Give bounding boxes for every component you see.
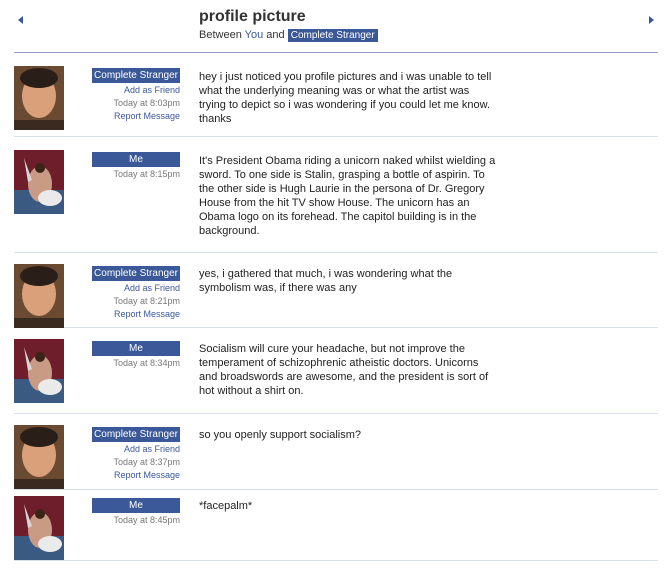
- page-title: profile picture: [199, 8, 306, 25]
- sender-name[interactable]: Me: [92, 498, 180, 513]
- message-meta: Me Today at 8:34pm: [92, 341, 180, 370]
- sender-name[interactable]: Complete Stranger: [92, 68, 180, 83]
- message-meta: Complete Stranger Add as Friend Today at…: [92, 68, 180, 123]
- thread-header: profile picture Between You and Complete…: [14, 0, 658, 53]
- thread-participants: Between You and Complete Stranger: [199, 29, 378, 42]
- message-item: Me Today at 8:34pm Socialism will cure y…: [14, 328, 658, 414]
- message-text: hey i just noticed you profile pictures …: [199, 71, 492, 125]
- you-link[interactable]: You: [245, 29, 264, 41]
- next-arrow-icon[interactable]: [649, 16, 654, 24]
- message-meta: Me Today at 8:45pm: [92, 498, 180, 527]
- sender-name[interactable]: Me: [92, 341, 180, 356]
- my-avatar[interactable]: [14, 150, 64, 214]
- timestamp: Today at 8:37pm: [113, 457, 180, 467]
- add-friend-link[interactable]: Add as Friend: [92, 84, 180, 97]
- message-meta: Complete Stranger Add as Friend Today at…: [92, 427, 180, 482]
- timestamp: Today at 8:03pm: [113, 98, 180, 108]
- sender-name[interactable]: Complete Stranger: [92, 266, 180, 281]
- sender-name[interactable]: Me: [92, 152, 180, 167]
- between-label: Between: [199, 29, 242, 41]
- message-list: Complete Stranger Add as Friend Today at…: [14, 53, 658, 561]
- my-avatar[interactable]: [14, 339, 64, 403]
- my-avatar[interactable]: [14, 496, 64, 560]
- report-message-link[interactable]: Report Message: [92, 110, 180, 123]
- message-text: *facepalm*: [199, 500, 253, 512]
- stranger-avatar[interactable]: [14, 264, 64, 328]
- timestamp: Today at 8:34pm: [113, 358, 180, 368]
- stranger-tag[interactable]: Complete Stranger: [287, 29, 378, 42]
- message-text: yes, i gathered that much, i was wonderi…: [199, 268, 453, 294]
- message-meta: Complete Stranger Add as Friend Today at…: [92, 266, 180, 321]
- message-item: Complete Stranger Add as Friend Today at…: [14, 414, 658, 490]
- and-label: and: [266, 29, 285, 41]
- message-item: Me Today at 8:45pm *facepalm*: [14, 490, 658, 561]
- message-text: so you openly support socialism?: [199, 429, 362, 441]
- report-message-link[interactable]: Report Message: [92, 308, 180, 321]
- message-item: Complete Stranger Add as Friend Today at…: [14, 53, 658, 137]
- add-friend-link[interactable]: Add as Friend: [92, 282, 180, 295]
- message-item: Me Today at 8:15pm It's President Obama …: [14, 137, 658, 253]
- previous-arrow-icon[interactable]: [18, 16, 23, 24]
- message-text: Socialism will cure your headache, but n…: [199, 343, 489, 397]
- stranger-avatar[interactable]: [14, 425, 64, 489]
- message-item: Complete Stranger Add as Friend Today at…: [14, 253, 658, 328]
- add-friend-link[interactable]: Add as Friend: [92, 443, 180, 456]
- timestamp: Today at 8:45pm: [113, 515, 180, 525]
- timestamp: Today at 8:21pm: [113, 296, 180, 306]
- message-meta: Me Today at 8:15pm: [92, 152, 180, 181]
- timestamp: Today at 8:15pm: [113, 169, 180, 179]
- message-text: It's President Obama riding a unicorn na…: [199, 155, 496, 237]
- stranger-avatar[interactable]: [14, 66, 64, 130]
- report-message-link[interactable]: Report Message: [92, 469, 180, 482]
- sender-name[interactable]: Complete Stranger: [92, 427, 180, 442]
